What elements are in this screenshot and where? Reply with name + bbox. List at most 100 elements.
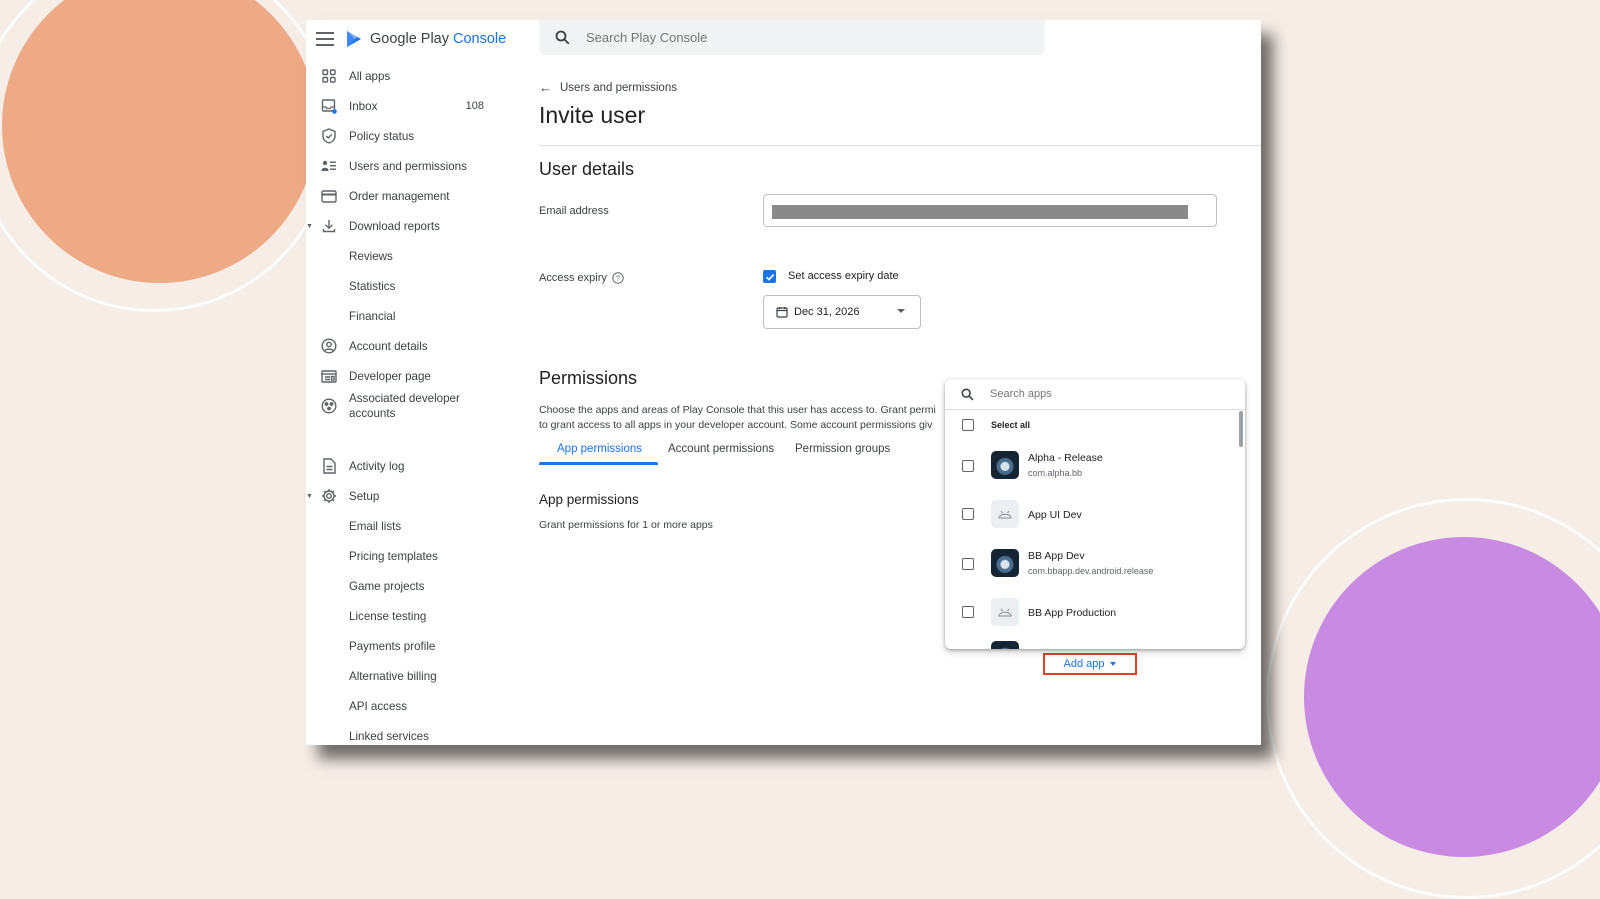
expiry-date-picker[interactable]: Dec 31, 2026 — [763, 295, 921, 329]
sidebar-item-statistics[interactable]: Statistics — [306, 272, 524, 300]
linked-accounts-icon — [320, 397, 338, 415]
sidebar-item-label: Statistics — [349, 279, 396, 293]
app-checkbox[interactable] — [962, 508, 974, 520]
tab-permission-groups[interactable]: Permission groups — [795, 443, 890, 467]
access-expiry-label: Access expiry — [539, 272, 607, 284]
select-all-checkbox[interactable] — [962, 419, 974, 431]
chevron-down-icon — [897, 309, 905, 313]
sidebar-item-payments-profile[interactable]: Payments profile — [306, 632, 524, 660]
expanded-caret-icon: ▼ — [306, 492, 313, 500]
back-link-users-and-permissions[interactable]: ← Users and permissions — [539, 80, 677, 95]
document-icon — [320, 457, 338, 475]
sidebar-item-label: Policy status — [349, 129, 415, 143]
sidebar-item-users-and-permissions[interactable]: Users and permissions — [306, 152, 524, 180]
credit-card-icon — [320, 187, 338, 205]
help-icon[interactable]: ? — [612, 272, 624, 284]
app-checkbox[interactable] — [962, 460, 974, 472]
app-row-bb-app-production[interactable]: BB App Production — [945, 589, 1237, 635]
chevron-down-icon — [1110, 662, 1117, 666]
sidebar-item-setup[interactable]: ▼ Setup — [306, 482, 524, 510]
app-row-alpha-release[interactable]: Alpha - Release com.alpha.bb — [945, 441, 1237, 489]
app-checkbox[interactable] — [962, 606, 974, 618]
sidebar-item-linked-services[interactable]: Linked services — [306, 722, 524, 745]
app-permissions-description: Grant permissions for 1 or more apps — [539, 519, 713, 531]
sidebar-item-label: Users and permissions — [349, 159, 467, 173]
menu-icon[interactable] — [316, 32, 334, 46]
app-picker-dropdown: Select all Alpha - Release com.alpha.bb … — [945, 379, 1245, 649]
account-circle-icon — [320, 337, 338, 355]
brand: Google Play Console — [316, 28, 506, 50]
sidebar-item-all-apps[interactable]: All apps — [306, 62, 524, 90]
user-details-title: User details — [539, 159, 635, 179]
sidebar-item-developer-page[interactable]: Developer page — [306, 362, 524, 390]
search-icon — [961, 388, 974, 401]
inbox-count: 108 — [465, 100, 484, 112]
app-name: BB App Production — [1028, 607, 1117, 619]
sidebar-item-label: All apps — [349, 69, 391, 83]
app-row-partial[interactable] — [945, 639, 1237, 649]
sidebar-item-download-reports[interactable]: ▼ Download reports — [306, 212, 524, 240]
sidebar-item-license-testing[interactable]: License testing — [306, 602, 524, 630]
select-all-label: Select all — [991, 420, 1031, 430]
sidebar-item-inbox[interactable]: Inbox 108 — [306, 92, 524, 120]
app-checkbox[interactable] — [962, 558, 974, 570]
sidebar-item-label: Order management — [349, 189, 450, 203]
checkmark-icon — [765, 273, 774, 281]
sidebar-item-order-management[interactable]: Order management — [306, 182, 524, 210]
search-icon — [555, 30, 570, 45]
sidebar-item-label: Account details — [349, 339, 428, 353]
app-search[interactable] — [945, 379, 1245, 410]
sidebar-item-label: Payments profile — [349, 639, 436, 653]
back-arrow-icon: ← — [539, 80, 552, 95]
permissions-description-line: to grant access to all apps in your deve… — [539, 419, 933, 431]
app-name: Alpha - Release — [1028, 452, 1103, 464]
app-row-bb-app-dev[interactable]: BB App Dev com.bbapp.dev.android.release — [945, 539, 1237, 587]
sidebar-item-email-lists[interactable]: Email lists — [306, 512, 524, 540]
sidebar-item-label: Reviews — [349, 249, 393, 263]
tab-account-permissions[interactable]: Account permissions — [668, 443, 774, 467]
sidebar-item-game-projects[interactable]: Game projects — [306, 572, 524, 600]
app-name: BB App Dev — [1028, 550, 1085, 562]
permissions-description-line: Choose the apps and areas of Play Consol… — [539, 404, 936, 416]
scrollbar[interactable] — [1239, 411, 1243, 447]
active-tab-indicator — [539, 462, 658, 465]
expiry-date-value: Dec 31, 2026 — [794, 306, 860, 318]
svg-text:?: ? — [616, 274, 620, 283]
sidebar-item-reviews[interactable]: Reviews — [306, 242, 524, 270]
sidebar-item-label: Linked services — [349, 729, 429, 743]
play-console-window: Google Play Console All apps Inbox 108 Po… — [306, 20, 1261, 745]
app-package: com.alpha.bb — [1028, 468, 1083, 478]
app-search-input[interactable] — [988, 387, 1212, 401]
expanded-caret-icon: ▼ — [306, 222, 313, 230]
sidebar-item-api-access[interactable]: API access — [306, 692, 524, 720]
app-permissions-title: App permissions — [539, 492, 639, 507]
sidebar-item-pricing-templates[interactable]: Pricing templates — [306, 542, 524, 570]
play-console-logo-icon — [347, 31, 361, 47]
sidebar-item-associated-developer-accounts[interactable]: Associated developer accounts — [306, 389, 524, 423]
permissions-description: Choose the apps and areas of Play Consol… — [539, 403, 945, 431]
access-expiry-checkbox[interactable] — [763, 270, 776, 283]
global-search[interactable] — [539, 20, 1045, 55]
access-expiry-label-row: Access expiry ? — [539, 272, 624, 284]
email-field[interactable] — [763, 194, 1217, 227]
sidebar: Google Play Console All apps Inbox 108 Po… — [306, 20, 524, 745]
app-icon — [991, 549, 1019, 577]
sidebar-item-activity-log[interactable]: Activity log — [306, 452, 524, 480]
sidebar-item-label: Email lists — [349, 519, 402, 533]
sidebar-item-alternative-billing[interactable]: Alternative billing — [306, 662, 524, 690]
search-input[interactable] — [584, 29, 1008, 46]
sidebar-item-label: Setup — [349, 489, 380, 503]
sidebar-item-financial[interactable]: Financial — [306, 302, 524, 330]
sidebar-item-account-details[interactable]: Account details — [306, 332, 524, 360]
sidebar-item-policy-status[interactable]: Policy status — [306, 122, 524, 150]
page-title: Invite user — [539, 102, 646, 128]
add-app-button[interactable]: Add app — [1043, 653, 1137, 675]
select-all-row[interactable]: Select all — [945, 410, 1237, 440]
app-row-app-ui-dev[interactable]: App UI Dev — [945, 491, 1237, 537]
app-icon — [991, 451, 1019, 479]
redacted-email-value — [772, 205, 1188, 219]
sidebar-item-label: API access — [349, 699, 407, 713]
email-label: Email address — [539, 205, 609, 217]
app-icon — [991, 641, 1019, 649]
sidebar-item-label: Activity log — [349, 459, 405, 473]
